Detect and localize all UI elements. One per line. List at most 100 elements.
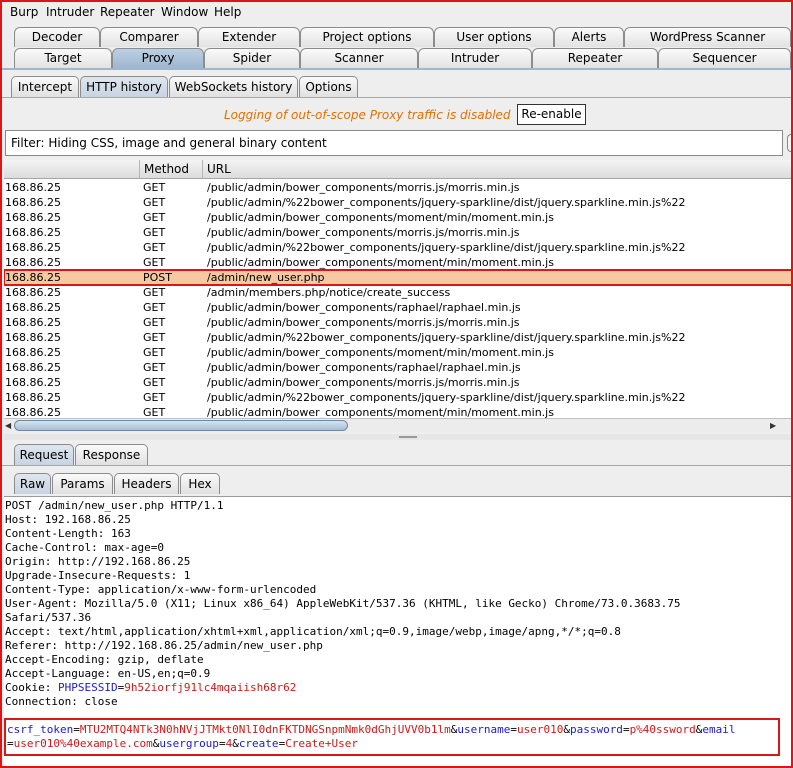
cell-url: /admin/members.php/notice/create_success bbox=[207, 286, 451, 299]
table-row[interactable]: 168.86.25 GET/admin/members.php/notice/cr… bbox=[4, 285, 791, 300]
cell-method: GET bbox=[143, 241, 166, 254]
scroll-right-arrow-icon[interactable]: ▶ bbox=[770, 419, 776, 432]
table-row[interactable]: 168.86.25 GET/public/admin/%22bower_compo… bbox=[4, 240, 791, 255]
cell-method: GET bbox=[143, 406, 166, 418]
request-line: Content-Length: 163 bbox=[5, 527, 131, 540]
table-row[interactable]: 168.86.25 GET/public/admin/bower_componen… bbox=[4, 225, 791, 240]
scroll-left-arrow-icon[interactable]: ◀ bbox=[5, 419, 11, 432]
tab-repeater[interactable]: Repeater bbox=[532, 48, 658, 68]
tab-decoder[interactable]: Decoder bbox=[14, 27, 100, 47]
cell-host: 168.86.25 bbox=[5, 301, 61, 314]
cell-method: POST bbox=[143, 271, 172, 284]
tab-wordpress-scanner[interactable]: WordPress Scanner bbox=[624, 27, 791, 47]
tab-target[interactable]: Target bbox=[14, 48, 112, 68]
tab-headers[interactable]: Headers bbox=[114, 473, 179, 494]
cell-method: GET bbox=[143, 211, 166, 224]
request-line: Host: 192.168.86.25 bbox=[5, 513, 131, 526]
column-url[interactable]: URL bbox=[203, 160, 791, 179]
tab-alerts[interactable]: Alerts bbox=[554, 27, 624, 47]
tab-strip-border bbox=[2, 68, 791, 70]
request-line: Accept-Encoding: gzip, deflate bbox=[5, 653, 204, 666]
cell-url: /public/admin/bower_components/morris.js… bbox=[207, 376, 520, 389]
post-body-token: Create+User bbox=[285, 737, 359, 750]
tab-extender[interactable]: Extender bbox=[198, 27, 300, 47]
cell-url: /public/admin/bower_components/morris.js… bbox=[207, 181, 520, 194]
logging-notice: Logging of out-of-scope Proxy traffic is… bbox=[224, 108, 511, 122]
tab-hex[interactable]: Hex bbox=[180, 473, 220, 494]
table-row[interactable]: 168.86.25 GET/public/admin/bower_componen… bbox=[4, 180, 791, 195]
table-row[interactable]: 168.86.25 GET/public/admin/%22bower_compo… bbox=[4, 390, 791, 405]
table-row[interactable]: 168.86.25 GET/public/admin/bower_componen… bbox=[4, 360, 791, 375]
table-row[interactable]: 168.86.25 GET/public/admin/bower_componen… bbox=[4, 255, 791, 270]
cell-host: 168.86.25 bbox=[5, 346, 61, 359]
menu-burp[interactable]: Burp bbox=[10, 5, 38, 19]
filter-bar[interactable]: Filter: Hiding CSS, image and general bi… bbox=[5, 130, 783, 156]
table-row[interactable]: 168.86.25 GET/public/admin/bower_componen… bbox=[4, 345, 791, 360]
scroll-thumb[interactable] bbox=[14, 420, 348, 431]
request-line: User-Agent: Mozilla/5.0 (X11; Linux x86_… bbox=[5, 597, 681, 610]
table-row[interactable]: 168.86.25 GET/public/admin/bower_componen… bbox=[4, 375, 791, 390]
tab-user-options[interactable]: User options bbox=[434, 27, 554, 47]
burp-window: Burp Intruder Repeater Window Help Decod… bbox=[0, 0, 793, 768]
cell-method: GET bbox=[143, 316, 166, 329]
column-method[interactable]: Method bbox=[140, 160, 203, 179]
tab-comparer[interactable]: Comparer bbox=[100, 27, 198, 47]
post-body-token: user010 bbox=[516, 723, 564, 736]
tab-response[interactable]: Response bbox=[75, 444, 148, 465]
cookie-line: Cookie: PHPSESSID=9h52iorfj91lc4mqaiish6… bbox=[5, 681, 296, 695]
table-row[interactable]: 168.86.25 GET/public/admin/bower_componen… bbox=[4, 405, 791, 418]
tab-scanner[interactable]: Scanner bbox=[300, 48, 418, 68]
request-line: Accept-Language: en-US,en;q=0.9 bbox=[5, 667, 211, 680]
table-hscrollbar[interactable]: ◀ ▶ bbox=[4, 418, 791, 432]
cell-url: /admin/new_user.php bbox=[207, 271, 325, 284]
tab-request[interactable]: Request bbox=[14, 444, 74, 465]
cookie-name: PHPSESSID bbox=[57, 681, 118, 694]
table-row[interactable]: 168.86.25 GET/public/admin/bower_componen… bbox=[4, 300, 791, 315]
post-body-token: = bbox=[510, 723, 517, 736]
cell-url: /public/admin/bower_components/moment/mi… bbox=[207, 406, 554, 418]
table-row[interactable]: 168.86.25 GET/public/admin/%22bower_compo… bbox=[4, 330, 791, 345]
post-body-token: password bbox=[569, 723, 623, 736]
tab-intercept[interactable]: Intercept bbox=[11, 76, 79, 97]
cell-url: /public/admin/bower_components/raphael/r… bbox=[207, 361, 521, 374]
subtab-border bbox=[2, 97, 791, 98]
post-body-token: user010%40example.com bbox=[13, 737, 153, 750]
cell-host: 168.86.25 bbox=[5, 256, 61, 269]
post-body-token: & bbox=[232, 737, 239, 750]
menu-window[interactable]: Window bbox=[161, 5, 208, 19]
menu-help[interactable]: Help bbox=[214, 5, 241, 19]
cell-host: 168.86.25 bbox=[5, 331, 61, 344]
split-divider[interactable] bbox=[4, 434, 791, 440]
table-row[interactable]: 168.86.25 GET/public/admin/bower_componen… bbox=[4, 315, 791, 330]
tab-intruder[interactable]: Intruder bbox=[418, 48, 532, 68]
table-row[interactable]: 168.86.25 GET/public/admin/%22bower_compo… bbox=[4, 195, 791, 210]
tab-websockets-history[interactable]: WebSockets history bbox=[169, 76, 298, 97]
tab-project-options[interactable]: Project options bbox=[300, 27, 434, 47]
menu-intruder[interactable]: Intruder bbox=[46, 5, 94, 19]
post-body-token: usergroup bbox=[159, 737, 219, 750]
tab-spider[interactable]: Spider bbox=[204, 48, 300, 68]
filter-side-button[interactable] bbox=[787, 134, 791, 152]
table-row[interactable]: 168.86.25 GET/public/admin/bower_componen… bbox=[4, 210, 791, 225]
tab-http-history[interactable]: HTTP history bbox=[80, 76, 168, 97]
menu-repeater[interactable]: Repeater bbox=[100, 5, 155, 19]
cell-method: GET bbox=[143, 391, 166, 404]
cell-host: 168.86.25 bbox=[5, 376, 61, 389]
cell-method: GET bbox=[143, 331, 166, 344]
raw-request-editor[interactable]: POST /admin/new_user.php HTTP/1.1 Host: 1… bbox=[4, 496, 791, 766]
tab-sequencer[interactable]: Sequencer bbox=[658, 48, 791, 68]
tab-proxy[interactable]: Proxy bbox=[112, 48, 204, 68]
tab-raw[interactable]: Raw bbox=[14, 473, 51, 494]
column-host[interactable] bbox=[4, 160, 140, 179]
tab-options[interactable]: Options bbox=[299, 76, 358, 97]
reenable-button[interactable]: Re-enable bbox=[517, 104, 586, 125]
post-body-token: = bbox=[73, 723, 80, 736]
request-line: Cache-Control: max-age=0 bbox=[5, 541, 164, 554]
cell-method: GET bbox=[143, 286, 166, 299]
cell-url: /public/admin/bower_components/morris.js… bbox=[207, 226, 520, 239]
table-row[interactable]: 168.86.25 POST/admin/new_user.php bbox=[4, 269, 791, 286]
post-body-token: = bbox=[7, 737, 14, 750]
cell-host: 168.86.25 bbox=[5, 181, 61, 194]
tab-params[interactable]: Params bbox=[52, 473, 113, 494]
divider-grip-icon bbox=[399, 436, 417, 438]
